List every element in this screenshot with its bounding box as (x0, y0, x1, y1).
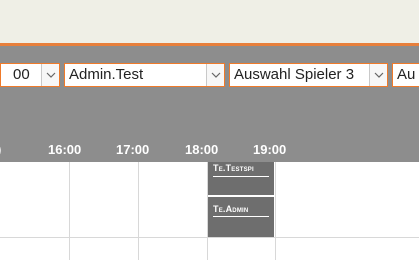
booking-block[interactable]: Te.Testspi (208, 162, 274, 196)
schedule-grid: Te.Testspi Te.Admin (0, 162, 419, 260)
player-select[interactable]: Auswahl Spieler 3 (229, 63, 388, 87)
time-axis: ) 16:00 17:00 18:00 19:00 (0, 142, 419, 158)
time-label-partial: ) (0, 142, 1, 157)
booking-label: Te.Admin (213, 204, 249, 214)
time-label-18: 18:00 (185, 142, 219, 157)
grid-column-divider (69, 162, 70, 260)
grid-column-divider (275, 162, 276, 260)
time-label-19: 19:00 (253, 142, 287, 157)
booking-divider (213, 176, 269, 177)
booking-block[interactable]: Te.Admin (208, 197, 274, 237)
booking-label: Te.Testspi (213, 163, 254, 173)
time-select[interactable]: 00 (0, 63, 60, 87)
chevron-down-icon[interactable] (41, 64, 59, 86)
chevron-down-icon[interactable] (206, 64, 224, 86)
booking-divider (213, 216, 269, 217)
chevron-down-icon[interactable] (369, 64, 387, 86)
time-label-17: 17:00 (116, 142, 150, 157)
grid-row-divider (0, 237, 419, 238)
top-bar (0, 0, 419, 43)
extra-select[interactable]: Au (392, 63, 419, 87)
grid-column-divider (138, 162, 139, 260)
user-select[interactable]: Admin.Test (64, 63, 225, 87)
time-label-16: 16:00 (48, 142, 82, 157)
